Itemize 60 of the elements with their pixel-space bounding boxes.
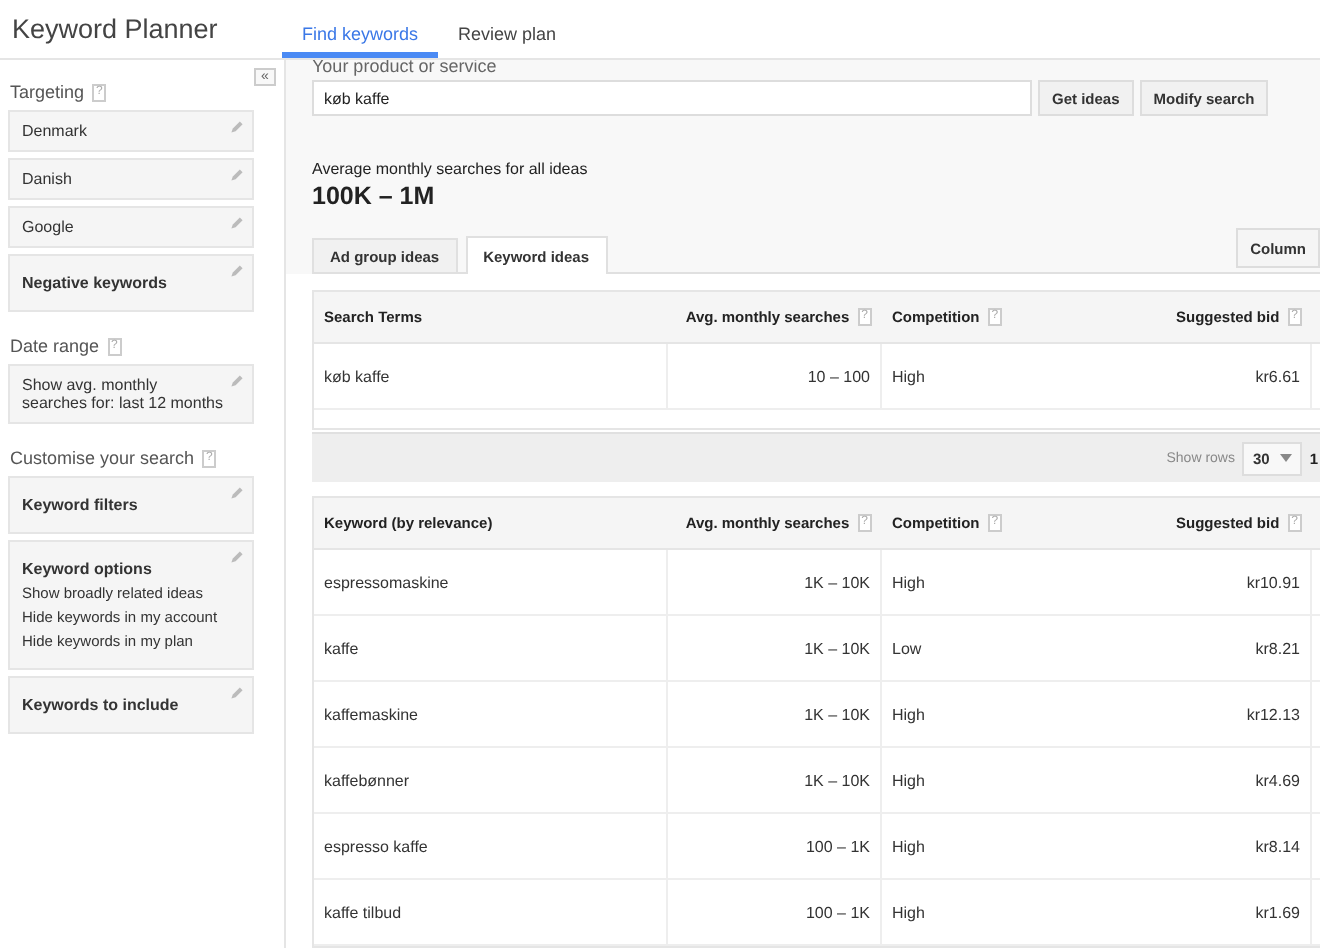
pencil-icon[interactable] — [230, 374, 244, 388]
card-title: Keywords to include — [22, 696, 181, 714]
setting-card[interactable]: Keywords to include — [8, 676, 254, 734]
table-cell: kr6.61 — [1255, 367, 1300, 385]
card-text: Google — [22, 218, 76, 236]
app-title: Keyword Planner — [10, 12, 220, 48]
setting-card[interactable]: Negative keywords — [8, 254, 254, 312]
setting-card[interactable]: Show avg. monthly searches for: last 12 months — [8, 364, 254, 424]
setting-card[interactable]: Keyword filters — [8, 476, 254, 534]
card-title: Keyword filters — [22, 496, 140, 514]
table-cell: kr1.69 — [1255, 903, 1300, 921]
table-cell: kr10.91 — [1246, 573, 1300, 591]
card-text: Danish — [22, 170, 74, 188]
table-cell: kaffebønner — [324, 771, 410, 789]
table-cell: kaffemaskine — [324, 705, 418, 723]
summary-label: Average monthly searches for all ideas — [312, 160, 590, 178]
table-cell: køb kaffe — [324, 367, 390, 385]
table-cell: Low — [892, 639, 922, 657]
pencil-icon[interactable] — [230, 486, 244, 500]
table-cell: 1K – 10K — [804, 573, 870, 591]
table-cell: espressomaskine — [324, 573, 449, 591]
table-cell: 100 – 1K — [805, 903, 870, 921]
card-text: Show avg. monthly searches for: last 12 months — [22, 376, 224, 412]
pencil-icon[interactable] — [230, 216, 244, 230]
table-cell: High — [892, 367, 925, 385]
table-cell: 10 – 100 — [807, 367, 870, 385]
setting-card[interactable]: Denmark — [8, 110, 254, 152]
section-title: Customise your search — [10, 448, 195, 468]
table-cell: 100 – 1K — [805, 837, 870, 855]
table-cell: kaffe tilbud — [324, 903, 402, 921]
card-title: Negative keywords — [22, 274, 169, 292]
caret-icon — [1279, 454, 1292, 462]
table-cell: High — [892, 573, 925, 591]
table-cell: kr4.69 — [1255, 771, 1300, 789]
table-cell: kr8.21 — [1255, 639, 1300, 657]
summary-value: 100K – 1M — [312, 182, 437, 210]
table-cell: 1K – 10K — [804, 771, 870, 789]
section-title: Targeting — [10, 82, 85, 102]
pencil-icon[interactable] — [230, 550, 244, 564]
table-cell: espresso kaffe — [324, 837, 428, 855]
setting-card[interactable]: Danish — [8, 158, 254, 200]
table-cell: 1K – 10K — [804, 639, 870, 657]
table-cell: High — [892, 837, 925, 855]
section-title: Date range — [10, 336, 100, 356]
setting-card[interactable]: Google — [8, 206, 254, 248]
product-input[interactable]: køb kaffe — [312, 80, 1032, 116]
pencil-icon[interactable] — [230, 168, 244, 182]
table-cell: High — [892, 705, 925, 723]
nav-tab[interactable]: Review plan — [438, 0, 577, 58]
table-cell: High — [892, 771, 925, 789]
card-text: Denmark — [22, 122, 89, 140]
pencil-icon[interactable] — [230, 264, 244, 278]
table-cell: 1K – 10K — [804, 705, 870, 723]
table-cell: kr8.14 — [1255, 837, 1300, 855]
table-cell: High — [892, 903, 925, 921]
pencil-icon[interactable] — [230, 686, 244, 700]
pencil-icon[interactable] — [230, 120, 244, 134]
table-cell: kaffe — [324, 639, 359, 657]
card-title: Keyword options — [22, 560, 154, 578]
table-cell: kr12.13 — [1246, 705, 1300, 723]
